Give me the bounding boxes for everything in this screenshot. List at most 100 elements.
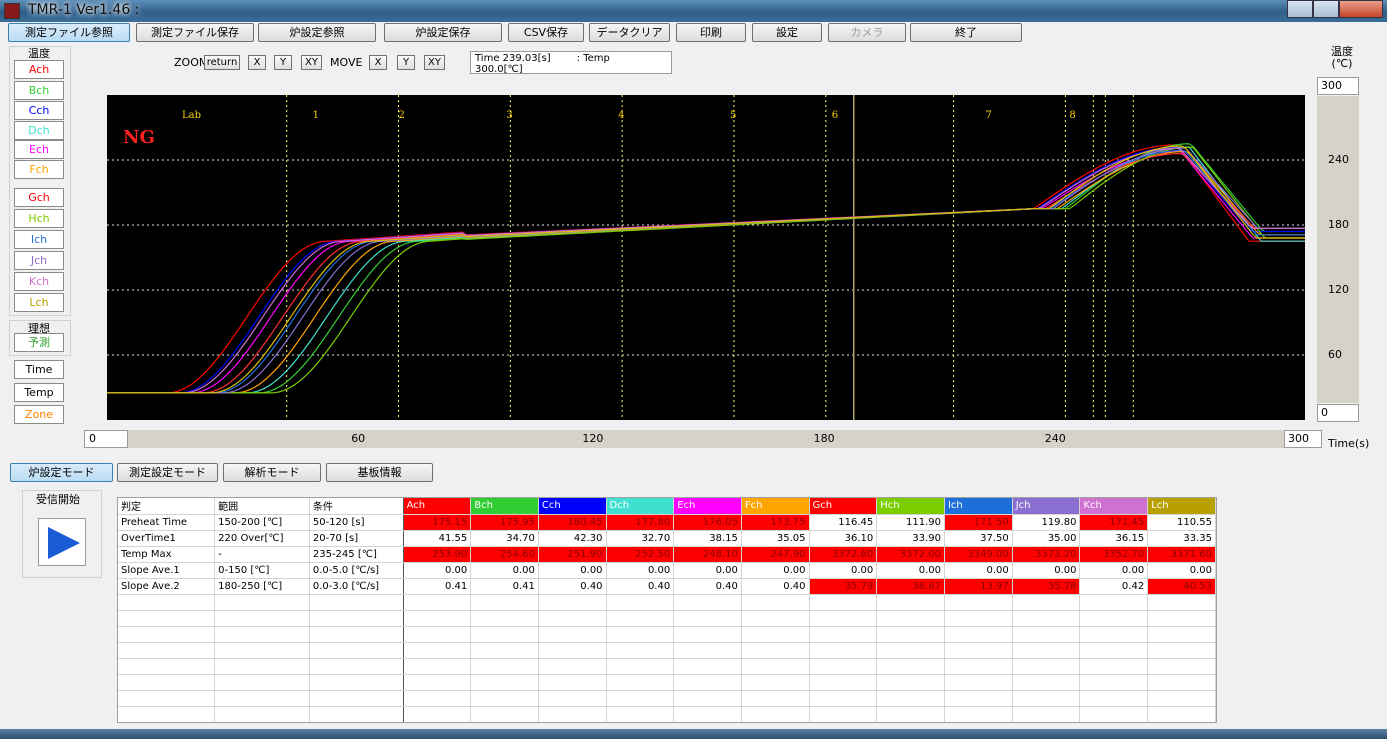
mode-tab-2[interactable]: 解析モード <box>223 463 321 482</box>
y-tick-label: 120 <box>1328 283 1349 296</box>
value-cell: 110.55 <box>1147 514 1216 531</box>
value-cell: 3349.00 <box>944 546 1013 563</box>
start-receive-button[interactable] <box>38 518 86 566</box>
zone-label: 4 <box>618 110 624 121</box>
channel-column-header: Ich <box>944 498 1013 515</box>
row-cond-cell: 0.0-5.0 [℃/s] <box>309 562 404 579</box>
channel-button-hch[interactable]: Hch <box>14 209 64 228</box>
row-cond-cell: 20-70 [s] <box>309 530 404 547</box>
channel-button-kch[interactable]: Kch <box>14 272 64 291</box>
value-cell: 253.90 <box>403 546 472 563</box>
value-cell: 0.00 <box>403 562 472 579</box>
value-cell: 111.90 <box>876 514 945 531</box>
results-table[interactable]: 判定 範囲 条件 Ach Bch Cch Dch Ech Fch Gch Hch Ich Jch Kch L… <box>117 497 1217 723</box>
toolbar-button-3[interactable]: 炉設定保存 <box>384 23 502 42</box>
mode-tab-3[interactable]: 基板情報 <box>326 463 433 482</box>
toolbar-button-2[interactable]: 炉設定参照 <box>258 23 376 42</box>
table-row[interactable]: Slope Ave.1 0-150 [℃] 0.0-5.0 [℃/s] 0.00 0.0… <box>118 562 1216 579</box>
value-cell: 32.70 <box>606 530 675 547</box>
value-cell: 0.40 <box>606 578 675 595</box>
value-cell: 0.40 <box>673 578 742 595</box>
x-max-field[interactable]: 300 <box>1284 430 1322 448</box>
channel-button-ich[interactable]: Ich <box>14 230 64 249</box>
value-cell: 180.45 <box>538 514 607 531</box>
channel-button-dch[interactable]: Dch <box>14 121 64 140</box>
value-cell: 254.60 <box>470 546 539 563</box>
row-cond-cell: 0.0-3.0 [℃/s] <box>309 578 404 595</box>
toolbar-button-1[interactable]: 測定ファイル保存 <box>136 23 254 42</box>
value-cell: 0.00 <box>1079 562 1149 579</box>
move-x-button[interactable]: X <box>369 55 387 70</box>
table-row[interactable]: Temp Max -235-245 [℃] 253.90 254.60 251.90 25… <box>118 546 1216 563</box>
zoom-y-button[interactable]: Y <box>274 55 292 70</box>
channel-column-header: Ach <box>403 498 472 515</box>
empty-table-row <box>118 690 1216 707</box>
toolbar-button-6[interactable]: 印刷 <box>676 23 746 42</box>
temp-button[interactable]: Temp <box>14 383 64 402</box>
value-cell: 0.00 <box>809 562 878 579</box>
table-row[interactable]: OverTime1 220 Over[℃] 20-70 [s] 41.55 34.70 4… <box>118 530 1216 547</box>
taskbar <box>0 729 1387 739</box>
channel-column-header: Dch <box>606 498 675 515</box>
row-name-cell: Temp Max <box>118 546 216 563</box>
table-row[interactable]: Slope Ave.2 180-250 [℃] 0.0-3.0 [℃/s] 0.41 0… <box>118 578 1216 595</box>
channel-button-gch[interactable]: Gch <box>14 188 64 207</box>
y-min-field[interactable]: 0 <box>1317 404 1359 422</box>
value-cell: 40.53 <box>1147 578 1216 595</box>
temperature-profile-chart[interactable]: Lab 1 2 3 4 5 6 7 8 NG <box>107 95 1305 420</box>
row-name-cell: Preheat Time <box>118 514 216 531</box>
x-scale-bar[interactable] <box>128 430 1284 448</box>
channel-button-fch[interactable]: Fch <box>14 160 64 179</box>
toolbar-button-4[interactable]: CSV保存 <box>508 23 584 42</box>
value-cell: 34.70 <box>470 530 539 547</box>
move-xy-button[interactable]: XY <box>424 55 445 70</box>
y-tick-label: 180 <box>1328 218 1349 231</box>
move-label: MOVE <box>330 56 363 69</box>
empty-table-row <box>118 642 1216 659</box>
value-cell: 173.75 <box>741 514 810 531</box>
channel-button-jch[interactable]: Jch <box>14 251 64 270</box>
close-button[interactable] <box>1339 0 1383 18</box>
title-bar: TMR-1 Ver1.46 : <box>0 0 1387 22</box>
y-max-field[interactable]: 300 <box>1317 77 1359 95</box>
table-row[interactable]: Preheat Time 150-200 [℃] 50-120 [s] 175.15 1… <box>118 514 1216 531</box>
mode-tab-1[interactable]: 測定設定モード <box>117 463 218 482</box>
series-line-fch <box>107 150 1305 394</box>
zone-button[interactable]: Zone <box>14 405 64 424</box>
play-icon <box>48 527 80 559</box>
channel-button-bch[interactable]: Bch <box>14 81 64 100</box>
value-cell: 3352.70 <box>1079 546 1149 563</box>
toolbar-button-0[interactable]: 測定ファイル参照 <box>8 23 130 42</box>
zone-label: 7 <box>986 110 992 121</box>
value-cell: 0.00 <box>673 562 742 579</box>
maximize-button[interactable] <box>1313 0 1339 18</box>
channel-column-header: Lch <box>1147 498 1216 515</box>
move-y-button[interactable]: Y <box>397 55 415 70</box>
x-min-field[interactable]: 0 <box>84 430 128 448</box>
minimize-button[interactable] <box>1287 0 1313 18</box>
channel-button-lch[interactable]: Lch <box>14 293 64 312</box>
toolbar-button-7[interactable]: 設定 <box>752 23 822 42</box>
y-tick-label: 240 <box>1328 153 1349 166</box>
window-title: TMR-1 Ver1.46 : <box>28 2 140 18</box>
toolbar-button-9[interactable]: 終了 <box>910 23 1022 42</box>
value-cell: 175.15 <box>403 514 472 531</box>
value-cell: 177.80 <box>606 514 675 531</box>
value-cell: 0.00 <box>538 562 607 579</box>
channel-button-cch[interactable]: Cch <box>14 101 64 120</box>
zoom-xy-button[interactable]: XY <box>301 55 322 70</box>
value-cell: 0.00 <box>1147 562 1216 579</box>
predict-button[interactable]: 予測 <box>14 333 64 352</box>
mode-tab-0[interactable]: 炉設定モード <box>10 463 113 482</box>
toolbar-button-5[interactable]: データクリア <box>589 23 670 42</box>
zoom-x-button[interactable]: X <box>248 55 266 70</box>
channel-button-ech[interactable]: Ech <box>14 140 64 159</box>
app-icon <box>4 3 20 19</box>
value-cell: 0.00 <box>944 562 1013 579</box>
row-range-cell: 0-150 [℃] <box>214 562 310 579</box>
value-cell: 33.90 <box>876 530 945 547</box>
value-cell: 35.05 <box>741 530 810 547</box>
value-cell: 35.78 <box>1012 578 1081 595</box>
zoom-return-button[interactable]: return <box>204 55 240 70</box>
time-button[interactable]: Time <box>14 360 64 379</box>
